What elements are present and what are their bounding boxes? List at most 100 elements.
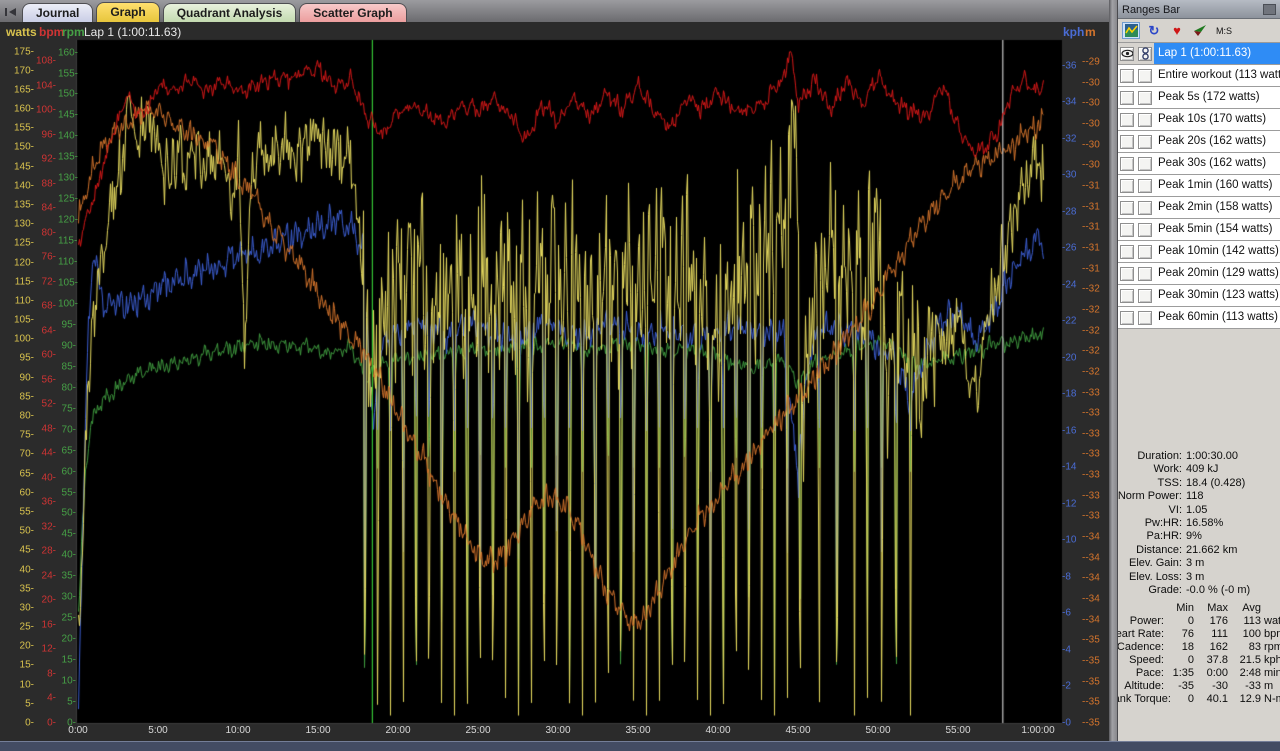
eye-icon[interactable] (1120, 200, 1134, 215)
range-zoom-cell[interactable] (1136, 87, 1154, 108)
range-row[interactable]: Peak 5s (172 watts) (1118, 87, 1280, 109)
x-tick-label: 30:00 (545, 725, 571, 736)
range-row[interactable]: Peak 2min (158 watts) (1118, 197, 1280, 219)
range-visible-cell[interactable] (1118, 87, 1136, 108)
m-tick-label: --33 (1082, 490, 1100, 502)
eye-icon[interactable] (1120, 222, 1134, 237)
range-row[interactable]: Peak 10s (170 watts) (1118, 109, 1280, 131)
range-zoom-cell[interactable] (1136, 153, 1154, 174)
range-row[interactable]: Peak 5min (154 watts) (1118, 219, 1280, 241)
eye-icon[interactable] (1120, 156, 1134, 171)
tab-graph[interactable]: Graph (96, 2, 160, 22)
kph-tick-label: -4 (1062, 644, 1071, 656)
watts-tick-label: 70- (19, 448, 34, 460)
m-tick-label: --35 (1082, 676, 1100, 688)
range-zoom-cell[interactable] (1136, 219, 1154, 240)
range-visible-cell[interactable] (1118, 109, 1136, 130)
link-icon[interactable] (1138, 156, 1152, 171)
range-label[interactable]: Peak 30s (162 watts) (1154, 153, 1280, 174)
eye-icon[interactable] (1120, 178, 1134, 193)
workout-graph-canvas[interactable] (0, 22, 1109, 729)
link-icon[interactable] (1138, 244, 1152, 259)
range-label[interactable]: Peak 10min (142 watts) (1154, 241, 1280, 262)
link-icon[interactable] (1138, 288, 1152, 303)
range-zoom-cell[interactable] (1136, 109, 1154, 130)
refresh-icon[interactable]: ↻ (1145, 22, 1163, 39)
range-visible-cell[interactable] (1118, 197, 1136, 218)
range-label[interactable]: Peak 60min (113 watts) (1154, 307, 1280, 328)
tab-journal[interactable]: Journal (22, 3, 94, 22)
range-zoom-cell[interactable] (1136, 131, 1154, 152)
range-label[interactable]: Lap 1 (1:00:11.63) (1154, 43, 1280, 64)
range-label[interactable]: Peak 20min (129 watts) (1154, 263, 1280, 284)
eye-icon[interactable] (1120, 46, 1134, 61)
eye-icon[interactable] (1120, 266, 1134, 281)
eye-icon[interactable] (1120, 288, 1134, 303)
panel-menu-icon[interactable] (1263, 4, 1276, 15)
range-visible-cell[interactable] (1118, 219, 1136, 240)
link-icon[interactable] (1138, 200, 1152, 215)
range-row[interactable]: Peak 30min (123 watts) (1118, 285, 1280, 307)
eye-icon[interactable] (1120, 112, 1134, 127)
range-label[interactable]: Peak 5min (154 watts) (1154, 219, 1280, 240)
range-label[interactable]: Peak 10s (170 watts) (1154, 109, 1280, 130)
range-visible-cell[interactable] (1118, 43, 1136, 64)
link-icon[interactable] (1138, 310, 1152, 325)
rpm-tick-label: 70- (61, 424, 76, 436)
range-visible-cell[interactable] (1118, 263, 1136, 284)
range-label[interactable]: Peak 20s (162 watts) (1154, 131, 1280, 152)
speed-icon[interactable] (1191, 22, 1209, 39)
link-icon[interactable] (1138, 90, 1152, 105)
range-visible-cell[interactable] (1118, 285, 1136, 306)
range-zoom-cell[interactable] (1136, 285, 1154, 306)
tab-quadrant-analysis[interactable]: Quadrant Analysis (162, 3, 297, 22)
range-visible-cell[interactable] (1118, 153, 1136, 174)
tab-scatter-graph[interactable]: Scatter Graph (299, 3, 407, 22)
range-label[interactable]: Entire workout (113 watts) (1154, 65, 1280, 86)
stat-value: 16.58% (1186, 517, 1224, 530)
heart-icon[interactable]: ♥ (1168, 22, 1186, 39)
panel-splitter[interactable] (1109, 0, 1117, 751)
range-label[interactable]: Peak 5s (172 watts) (1154, 87, 1280, 108)
link-icon[interactable] (1138, 46, 1152, 61)
eye-icon[interactable] (1120, 310, 1134, 325)
bottom-status-bar (0, 741, 1280, 751)
range-row[interactable]: Peak 60min (113 watts) (1118, 307, 1280, 329)
link-icon[interactable] (1138, 222, 1152, 237)
eye-icon[interactable] (1120, 90, 1134, 105)
range-zoom-cell[interactable] (1136, 197, 1154, 218)
range-zoom-cell[interactable] (1136, 263, 1154, 284)
range-zoom-cell[interactable] (1136, 65, 1154, 86)
graph-mode-icon[interactable] (1122, 22, 1140, 39)
range-row[interactable]: Lap 1 (1:00:11.63) (1118, 43, 1280, 65)
range-row[interactable]: Peak 20s (162 watts) (1118, 131, 1280, 153)
range-visible-cell[interactable] (1118, 131, 1136, 152)
range-row[interactable]: Peak 20min (129 watts) (1118, 263, 1280, 285)
eye-icon[interactable] (1120, 68, 1134, 83)
range-row[interactable]: Entire workout (113 watts) (1118, 65, 1280, 87)
range-row[interactable]: Peak 30s (162 watts) (1118, 153, 1280, 175)
range-label[interactable]: Peak 1min (160 watts) (1154, 175, 1280, 196)
range-row[interactable]: Peak 10min (142 watts) (1118, 241, 1280, 263)
eye-icon[interactable] (1120, 134, 1134, 149)
go-to-start-icon[interactable] (2, 4, 20, 20)
range-label[interactable]: Peak 30min (123 watts) (1154, 285, 1280, 306)
range-row[interactable]: Peak 1min (160 watts) (1118, 175, 1280, 197)
link-icon[interactable] (1138, 112, 1152, 127)
range-label[interactable]: Peak 2min (158 watts) (1154, 197, 1280, 218)
link-icon[interactable] (1138, 68, 1152, 83)
link-icon[interactable] (1138, 178, 1152, 193)
range-visible-cell[interactable] (1118, 307, 1136, 328)
range-zoom-cell[interactable] (1136, 175, 1154, 196)
link-icon[interactable] (1138, 266, 1152, 281)
range-visible-cell[interactable] (1118, 241, 1136, 262)
eye-icon[interactable] (1120, 244, 1134, 259)
range-zoom-cell[interactable] (1136, 241, 1154, 262)
range-visible-cell[interactable] (1118, 175, 1136, 196)
summary-stats: Duration: 1:00:30.00 Work: 409 kJ TSS: 18.4 (… (1118, 450, 1280, 706)
range-zoom-cell[interactable] (1136, 307, 1154, 328)
rpm-tick-label: 10- (61, 675, 76, 687)
range-zoom-cell[interactable] (1136, 43, 1154, 64)
range-visible-cell[interactable] (1118, 65, 1136, 86)
link-icon[interactable] (1138, 134, 1152, 149)
